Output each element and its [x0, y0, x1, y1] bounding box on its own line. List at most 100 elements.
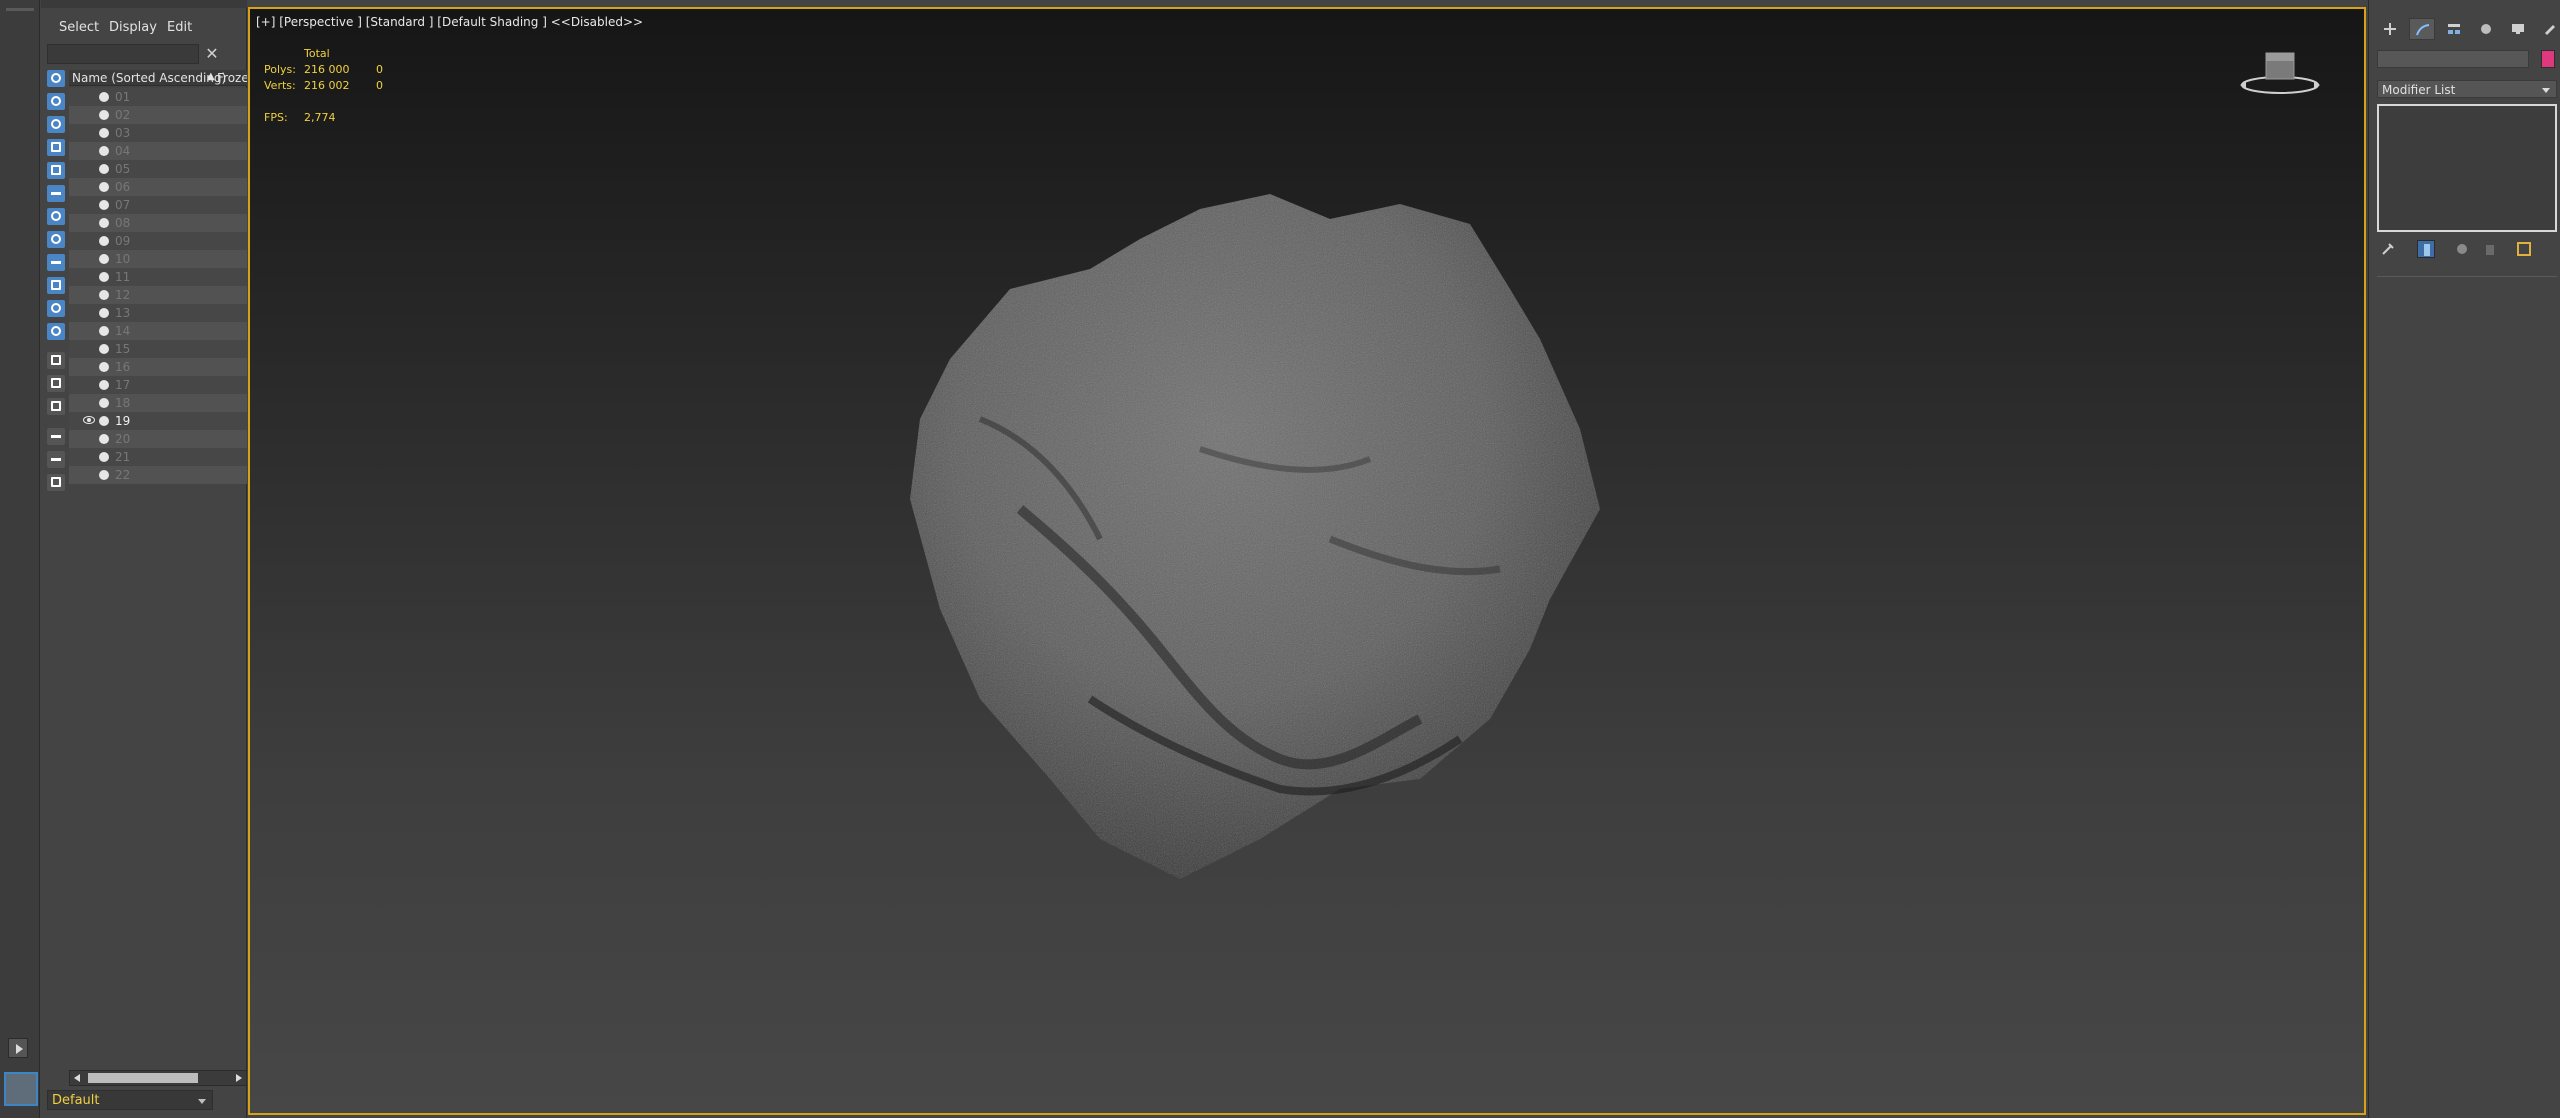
motion-tab-icon[interactable] [2473, 18, 2499, 40]
configure-modifier-sets-icon[interactable] [2515, 240, 2533, 258]
expand-panel-icon[interactable] [8, 1038, 28, 1058]
object-color-swatch[interactable] [2541, 50, 2555, 68]
menu-display[interactable]: Display [109, 20, 157, 35]
visibility-eye-icon[interactable] [83, 290, 95, 298]
make-unique-icon[interactable] [2453, 240, 2471, 258]
visibility-eye-icon[interactable] [83, 128, 95, 136]
visibility-eye-icon[interactable] [83, 92, 95, 100]
list-item[interactable]: 16 [69, 358, 247, 376]
list-item[interactable]: 02 [69, 106, 247, 124]
menu-select[interactable]: Select [59, 20, 99, 35]
list-item[interactable]: 21 [69, 448, 247, 466]
display-tab-icon[interactable] [2505, 18, 2531, 40]
visibility-eye-icon[interactable] [83, 236, 95, 244]
visibility-eye-icon[interactable] [83, 308, 95, 316]
list-item[interactable]: 14 [69, 322, 247, 340]
viewcube-icon[interactable] [2238, 47, 2322, 101]
invert-display-icon[interactable] [47, 398, 65, 415]
display-hidden-icon[interactable] [47, 323, 65, 340]
visibility-eye-icon[interactable] [83, 380, 95, 388]
modifier-stack[interactable] [2377, 104, 2557, 232]
display-bones-icon[interactable] [47, 254, 65, 271]
display-cameras-icon[interactable] [47, 139, 65, 156]
visibility-eye-icon[interactable] [83, 218, 95, 226]
visibility-eye-icon[interactable] [83, 344, 95, 352]
visibility-eye-icon[interactable] [83, 470, 95, 478]
perspective-viewport[interactable]: [+] [Perspective ] [Standard ] [Default … [248, 7, 2366, 1115]
visibility-eye-icon[interactable] [83, 164, 95, 172]
filter-icon[interactable] [47, 428, 65, 445]
visibility-eye-icon[interactable] [83, 416, 95, 424]
list-item[interactable]: 22 [69, 466, 247, 484]
display-shapes-icon[interactable] [47, 93, 65, 110]
visibility-eye-icon[interactable] [83, 146, 95, 154]
display-groups-icon[interactable] [47, 208, 65, 225]
list-item[interactable]: 06 [69, 178, 247, 196]
visibility-eye-icon[interactable] [83, 434, 95, 442]
menu-edit[interactable]: Edit [167, 20, 192, 35]
layer-manager-icon[interactable] [47, 474, 65, 491]
list-item[interactable]: 17 [69, 376, 247, 394]
object-type-icon [99, 200, 109, 210]
list-item[interactable]: 13 [69, 304, 247, 322]
layer-dropdown[interactable]: Default [47, 1090, 213, 1110]
clear-search-icon[interactable]: ✕ [201, 44, 223, 64]
workspace-tile-icon[interactable] [4, 1072, 38, 1106]
object-name: 18 [115, 396, 131, 410]
list-item[interactable]: 08 [69, 214, 247, 232]
horizontal-scrollbar[interactable] [69, 1070, 247, 1086]
visibility-eye-icon[interactable] [83, 272, 95, 280]
list-item[interactable]: 11 [69, 268, 247, 286]
list-item[interactable]: 01 [69, 88, 247, 106]
display-all-icon[interactable] [47, 352, 65, 369]
remove-modifier-icon[interactable] [2481, 240, 2499, 258]
object-name-field[interactable] [2377, 50, 2529, 68]
show-end-result-icon[interactable] [2417, 240, 2435, 258]
list-item[interactable]: 18 [69, 394, 247, 412]
display-xrefs-icon[interactable] [47, 231, 65, 248]
viewport-label-menu[interactable]: [+] [Perspective ] [Standard ] [Default … [256, 15, 643, 29]
list-item[interactable]: 05 [69, 160, 247, 178]
visibility-eye-icon[interactable] [83, 362, 95, 370]
create-tab-icon[interactable] [2377, 18, 2403, 40]
visibility-eye-icon[interactable] [83, 326, 95, 334]
utilities-tab-icon[interactable] [2537, 18, 2560, 40]
column-name-header[interactable]: Name (Sorted Ascending) [72, 71, 226, 85]
pin-stack-icon[interactable] [2379, 240, 2397, 258]
display-none-icon[interactable] [47, 375, 65, 392]
list-item[interactable]: 12 [69, 286, 247, 304]
visibility-eye-icon[interactable] [83, 452, 95, 460]
modifier-list-dropdown[interactable]: Modifier List [2377, 80, 2557, 98]
object-name: 02 [115, 108, 131, 122]
column-frozen-header[interactable]: Froze [217, 71, 247, 85]
list-item[interactable]: 03 [69, 124, 247, 142]
visibility-eye-icon[interactable] [83, 398, 95, 406]
scroll-right-icon[interactable] [236, 1074, 242, 1082]
visibility-eye-icon[interactable] [83, 110, 95, 118]
visibility-eye-icon[interactable] [83, 200, 95, 208]
display-containers-icon[interactable] [47, 277, 65, 294]
list-item[interactable]: 07 [69, 196, 247, 214]
scroll-thumb[interactable] [88, 1073, 198, 1083]
display-particles-icon[interactable] [47, 300, 65, 317]
modify-tab-icon[interactable] [2409, 18, 2435, 40]
funnel-icon[interactable] [47, 451, 65, 468]
rock-mesh[interactable] [900, 179, 1690, 959]
list-item[interactable]: 15 [69, 340, 247, 358]
list-item[interactable]: 04 [69, 142, 247, 160]
list-item[interactable]: 09 [69, 232, 247, 250]
display-spacewarps-icon[interactable] [47, 185, 65, 202]
hierarchy-tab-icon[interactable] [2441, 18, 2467, 40]
display-geometry-icon[interactable] [47, 70, 65, 87]
display-helpers-icon[interactable] [47, 162, 65, 179]
visibility-eye-icon[interactable] [83, 254, 95, 262]
list-item[interactable]: 20 [69, 430, 247, 448]
visibility-eye-icon[interactable] [83, 182, 95, 190]
scroll-left-icon[interactable] [74, 1074, 80, 1082]
sort-ascending-icon: ▲ [207, 71, 215, 82]
search-input[interactable] [47, 44, 199, 64]
list-item[interactable]: 19 [69, 412, 247, 430]
grip-handle[interactable] [6, 8, 34, 11]
list-item[interactable]: 10 [69, 250, 247, 268]
display-lights-icon[interactable] [47, 116, 65, 133]
